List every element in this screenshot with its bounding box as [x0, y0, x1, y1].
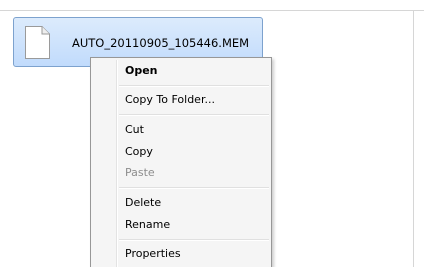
menu-item-paste: Paste [125, 166, 155, 179]
file-name-label: AUTO_20110905_105446.MEM [72, 36, 250, 50]
menu-item-copy[interactable]: Copy [125, 145, 153, 158]
content-pane-top-border [0, 10, 424, 11]
menu-item-cut[interactable]: Cut [125, 123, 144, 136]
menu-separator [119, 85, 269, 87]
menu-icon-gutter [116, 60, 118, 267]
menu-separator [119, 114, 269, 116]
generic-file-icon [25, 26, 50, 59]
menu-item-delete[interactable]: Delete [125, 196, 161, 209]
menu-separator [119, 187, 269, 189]
menu-item-open[interactable]: Open [125, 64, 158, 77]
menu-item-rename[interactable]: Rename [125, 218, 170, 231]
content-pane-right-border [413, 10, 414, 267]
menu-separator [119, 239, 269, 241]
menu-item-properties[interactable]: Properties [125, 247, 181, 260]
context-menu: Open Copy To Folder... Cut Copy Paste De… [90, 57, 272, 267]
menu-item-copy-to-folder[interactable]: Copy To Folder... [125, 93, 215, 106]
